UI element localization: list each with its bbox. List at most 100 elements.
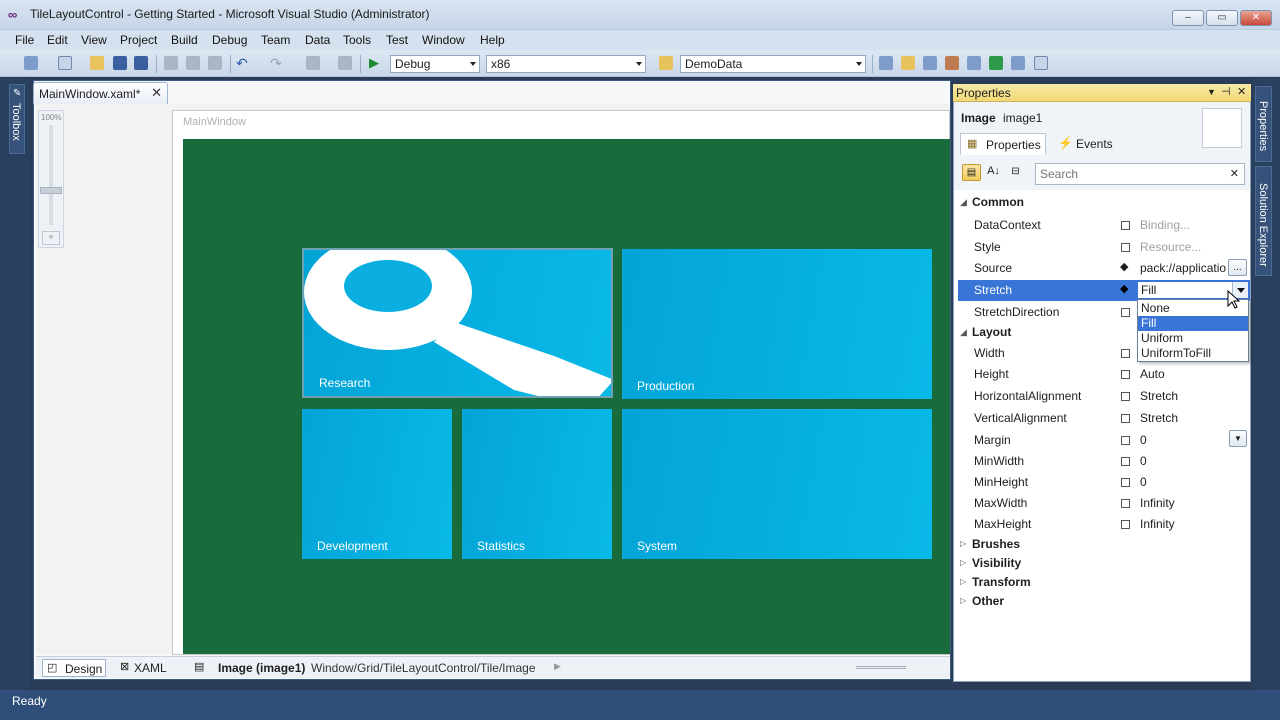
minimize-button[interactable]: – <box>1172 10 1204 26</box>
open-folder-icon[interactable] <box>90 56 104 70</box>
solution-platform-select[interactable]: x86 <box>486 55 646 73</box>
design-view-tab[interactable]: ◰ Design <box>42 659 106 677</box>
menu-view[interactable]: View <box>81 33 107 47</box>
tile-system[interactable]: System <box>622 409 932 559</box>
property-value[interactable]: Binding... <box>1140 218 1190 232</box>
menu-data[interactable]: Data <box>305 33 330 47</box>
property-row-margin[interactable]: Margin 0 ▼ <box>958 430 1250 451</box>
splitter-grip[interactable] <box>856 666 906 669</box>
property-row-source[interactable]: Source ◆ pack://applicatio ... <box>958 258 1250 279</box>
collapse-layout-icon[interactable]: ◢ <box>960 327 967 338</box>
solution-explorer-icon[interactable] <box>901 56 915 70</box>
pin-icon[interactable]: ⊣ <box>1221 85 1231 98</box>
property-value[interactable]: pack://applicatio <box>1140 261 1232 275</box>
property-set-marker-icon[interactable]: ◆ <box>1120 282 1128 296</box>
solution-configuration-select[interactable]: Debug <box>390 55 480 73</box>
tile-layout-canvas[interactable]: Research Production Development Statisti… <box>183 139 950 654</box>
property-marker-icon[interactable] <box>1121 370 1130 379</box>
property-value[interactable]: Stretch <box>1140 411 1178 425</box>
property-value[interactable]: Auto <box>1140 367 1165 381</box>
category-visibility[interactable]: ▷ Visibility <box>958 554 1250 574</box>
expand-transform-icon[interactable]: ▷ <box>960 577 966 586</box>
category-transform[interactable]: ▷ Transform <box>958 573 1250 593</box>
element-path[interactable]: Window/Grid/TileLayoutControl/Tile/Image <box>311 661 536 675</box>
close-window-button[interactable]: ✕ <box>1240 10 1272 26</box>
toolbox-icon[interactable] <box>967 56 981 70</box>
property-row-horizontalalignment[interactable]: HorizontalAlignment Stretch <box>958 386 1250 407</box>
property-marker-icon[interactable] <box>1121 478 1130 487</box>
events-tab[interactable]: ⚡ Events <box>1054 133 1134 155</box>
expand-brushes-icon[interactable]: ▷ <box>960 539 966 548</box>
paste-icon[interactable] <box>208 56 222 70</box>
property-row-minwidth[interactable]: MinWidth 0 <box>958 451 1250 472</box>
property-row-style[interactable]: Style Resource... <box>958 237 1250 258</box>
fit-zoom-icon[interactable]: ⌖ <box>42 231 60 245</box>
menu-window[interactable]: Window <box>422 33 465 47</box>
menu-tools[interactable]: Tools <box>343 33 371 47</box>
property-marker-icon[interactable] <box>1121 414 1130 423</box>
cut-icon[interactable] <box>164 56 178 70</box>
save-all-icon[interactable] <box>134 56 148 70</box>
categorized-sort-icon[interactable]: ▤ <box>962 164 981 181</box>
margin-expand-icon[interactable]: ▼ <box>1229 430 1247 447</box>
properties-window-icon[interactable] <box>923 56 937 70</box>
property-marker-icon[interactable] <box>1121 308 1130 317</box>
close-tab-icon[interactable]: ✕ <box>151 85 162 101</box>
object-name[interactable]: image1 <box>1003 111 1042 125</box>
tile-production[interactable]: Production <box>622 249 932 399</box>
property-row-datacontext[interactable]: DataContext Binding... <box>958 215 1250 236</box>
properties-tab[interactable]: ▦ Properties <box>960 133 1046 155</box>
zoom-slider-thumb[interactable] <box>40 187 62 194</box>
expand-other-icon[interactable]: ▷ <box>960 596 966 605</box>
property-value[interactable]: 0 <box>1140 475 1147 489</box>
property-marker-icon[interactable] <box>1121 436 1130 445</box>
navigate-forward-icon[interactable] <box>338 56 352 70</box>
category-other[interactable]: ▷ Other <box>958 592 1250 612</box>
menu-project[interactable]: Project <box>120 33 157 47</box>
property-row-maxheight[interactable]: MaxHeight Infinity <box>958 514 1250 535</box>
property-row-minheight[interactable]: MinHeight 0 <box>958 472 1250 493</box>
property-value[interactable]: 0 <box>1140 454 1147 468</box>
property-row-height[interactable]: Height Auto <box>958 364 1250 385</box>
tile-statistics[interactable]: Statistics <box>462 409 612 559</box>
solution-explorer-side-tab[interactable]: Solution Explorer <box>1255 166 1272 276</box>
tile-research[interactable]: Research <box>302 248 613 398</box>
xaml-view-tab[interactable]: ⊠ XAML <box>116 659 176 677</box>
property-value[interactable]: Infinity <box>1140 517 1175 531</box>
property-marker-icon[interactable] <box>1121 221 1130 230</box>
add-item-icon[interactable] <box>58 56 72 70</box>
menu-edit[interactable]: Edit <box>47 33 68 47</box>
collapse-common-icon[interactable]: ◢ <box>960 197 967 208</box>
menu-team[interactable]: Team <box>261 33 290 47</box>
property-marker-icon[interactable] <box>1121 457 1130 466</box>
property-value[interactable]: Stretch <box>1140 389 1178 403</box>
extension-manager-icon[interactable] <box>1011 56 1025 70</box>
panel-close-icon[interactable]: ✕ <box>1237 85 1246 98</box>
start-debugging-icon[interactable]: ▶ <box>369 56 383 70</box>
tile-development[interactable]: Development <box>302 409 452 559</box>
property-row-maxwidth[interactable]: MaxWidth Infinity <box>958 493 1250 514</box>
property-value[interactable]: Infinity <box>1140 496 1175 510</box>
new-project-icon[interactable] <box>24 56 38 70</box>
redo-icon[interactable]: ↷ <box>270 56 284 70</box>
category-brushes[interactable]: ▷ Brushes <box>958 535 1250 555</box>
property-marker-icon[interactable] <box>1121 349 1130 358</box>
document-outline-icon[interactable]: ▤ <box>194 660 204 673</box>
menu-debug[interactable]: Debug <box>212 33 247 47</box>
filter-icon[interactable]: ⊟ <box>1006 164 1025 181</box>
save-icon[interactable] <box>113 56 127 70</box>
panel-menu-icon[interactable]: ▼ <box>1207 87 1216 97</box>
property-marker-icon[interactable] <box>1121 392 1130 401</box>
stretch-option-uniformtofill[interactable]: UniformToFill <box>1138 346 1248 361</box>
undo-icon[interactable]: ↶ <box>236 56 250 70</box>
property-value[interactable]: 0 <box>1140 433 1147 447</box>
path-more-icon[interactable]: ▶ <box>554 661 561 672</box>
object-browser-icon[interactable] <box>945 56 959 70</box>
stretch-option-uniform[interactable]: Uniform <box>1138 331 1248 346</box>
menu-help[interactable]: Help <box>480 33 505 47</box>
expand-visibility-icon[interactable]: ▷ <box>960 558 966 567</box>
menu-build[interactable]: Build <box>171 33 198 47</box>
menu-file[interactable]: File <box>15 33 34 47</box>
menu-test[interactable]: Test <box>386 33 408 47</box>
navigate-backward-icon[interactable] <box>306 56 320 70</box>
